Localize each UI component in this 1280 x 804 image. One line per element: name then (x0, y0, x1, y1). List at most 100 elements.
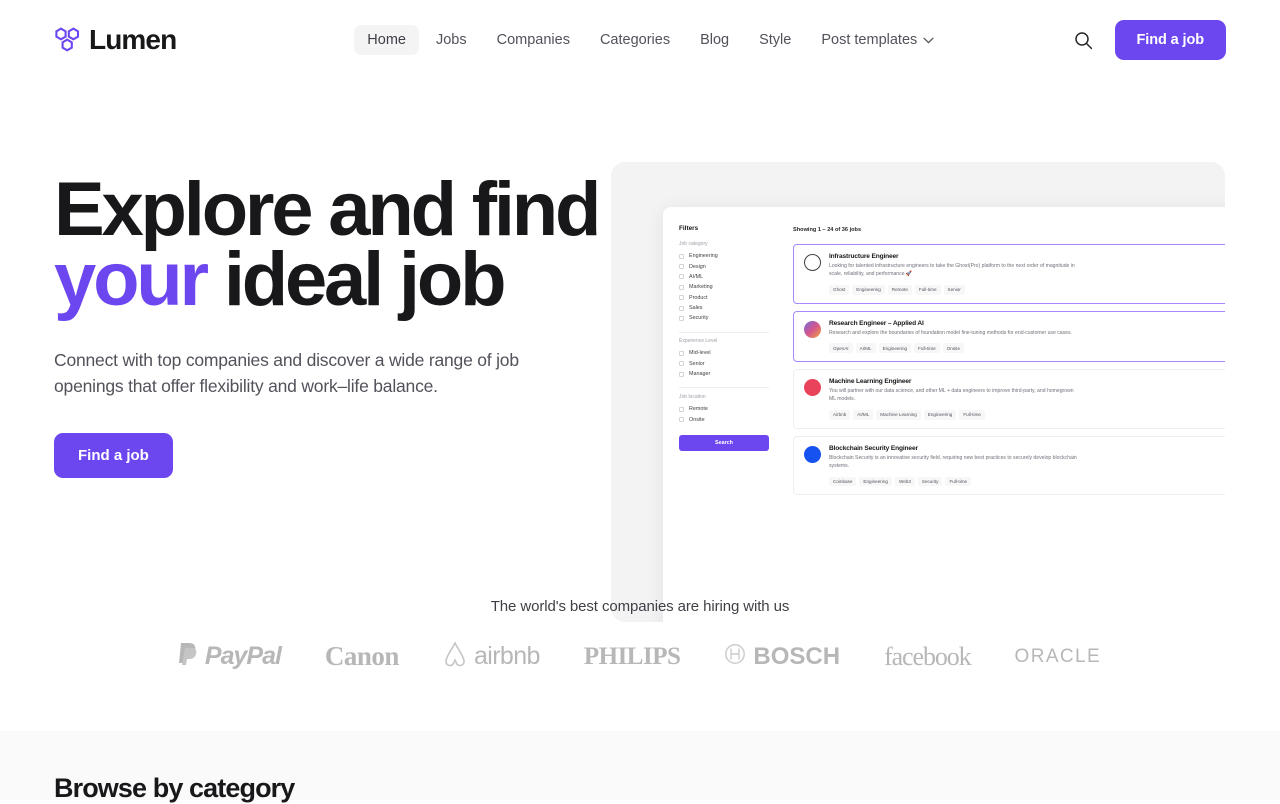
company-name: airbnb (473, 642, 541, 670)
mockup-search-button[interactable]: Search (679, 434, 769, 451)
checkbox-icon[interactable] (679, 361, 684, 367)
filter-option-label: Mid-level (689, 350, 711, 357)
filter-option[interactable]: Mid-level (679, 348, 769, 358)
checkbox-icon[interactable] (679, 264, 684, 270)
filter-option[interactable]: Sales (679, 303, 769, 313)
checkbox-icon[interactable] (679, 295, 684, 301)
filter-option[interactable]: Manager (679, 369, 769, 379)
hero-heading-rest: ideal job (205, 236, 507, 322)
company-name: facebook (884, 641, 972, 671)
job-title: Machine Learning Engineer (829, 378, 912, 386)
checkbox-icon[interactable] (679, 371, 684, 377)
airbnb-icon (443, 641, 467, 672)
company-name: BOSCH (753, 642, 841, 670)
company-logo-oracle: ORACLE (1015, 646, 1102, 668)
job-tag: Ghost (829, 284, 850, 295)
site-header: Lumen Home Jobs Companies Categories Blo… (0, 0, 1280, 80)
nav-item-categories[interactable]: Categories (587, 25, 683, 55)
company-logo-airbnb-icon (804, 379, 821, 397)
filter-option[interactable]: Senior (679, 359, 769, 369)
job-card[interactable]: Machine Learning Engineer Jan 26, 2024 Y… (793, 369, 1225, 429)
nav-item-blog[interactable]: Blog (687, 25, 742, 55)
filter-option-label: AI/ML (689, 273, 704, 280)
company-logo-philips: PHILIPS (584, 643, 681, 671)
filter-option-label: Security (689, 315, 709, 322)
filter-option-label: Product (689, 294, 708, 301)
filter-option-label: Sales (689, 305, 703, 312)
filter-option[interactable]: Remote (679, 404, 769, 414)
nav-label: Companies (496, 32, 570, 48)
filter-group-experience-level: Experience Level Mid-level Senior Manage… (679, 338, 769, 379)
brand-logo[interactable]: Lumen (54, 24, 177, 56)
job-tag: Machine Learning (876, 410, 921, 420)
chevron-down-icon (923, 37, 934, 44)
hero-subtitle: Connect with top companies and discover … (54, 349, 519, 397)
job-description: Research and explore the boundaries of f… (829, 329, 1072, 336)
job-tags: Airbnb AI/ML Machine Learning Engineerin… (829, 410, 1225, 420)
trusted-companies-section: The world's best companies are hiring wi… (0, 598, 1280, 672)
filter-option-label: Manager (689, 371, 711, 378)
filter-option[interactable]: Security (679, 313, 769, 323)
filter-option-label: Remote (689, 406, 708, 413)
nav-item-jobs[interactable]: Jobs (423, 25, 480, 55)
hero-section: Explore and find your ideal job Connect … (0, 80, 1280, 622)
divider (679, 387, 769, 388)
job-tag: Engineering (923, 410, 957, 420)
filter-option[interactable]: Onsite (679, 414, 769, 424)
filter-option-label: Marketing (689, 284, 713, 291)
job-tag: Security (917, 476, 943, 487)
nav-item-post-templates[interactable]: Post templates (808, 25, 947, 55)
company-logo-openai-icon (804, 320, 821, 338)
job-tag: AI/ML (855, 343, 876, 354)
job-card[interactable]: Research Engineer – Applied AI Jan 26, 2… (793, 310, 1225, 363)
job-description: You will partner with our data science, … (829, 388, 1074, 403)
job-tag: Onsite (942, 343, 965, 354)
company-name: PHILIPS (583, 642, 681, 670)
job-tag: Engineering (852, 284, 885, 295)
filter-option[interactable]: Product (679, 293, 769, 303)
job-tag: Full-time (914, 343, 940, 354)
company-name: PayPal (204, 642, 282, 670)
trusted-companies-title: The world's best companies are hiring wi… (490, 598, 790, 615)
nav-item-companies[interactable]: Companies (484, 25, 583, 55)
job-tag: Remote (887, 284, 912, 295)
job-title: Blockchain Security Engineer (829, 444, 918, 452)
job-card[interactable]: Blockchain Security Engineer Jan 25, 202… (793, 435, 1225, 496)
job-tag: AI/ML (853, 410, 874, 420)
divider (679, 331, 769, 333)
job-tag: Full-time (914, 284, 941, 295)
filter-option[interactable]: Design (679, 261, 769, 271)
nav-item-style[interactable]: Style (746, 25, 804, 55)
header-find-a-job-button[interactable]: Find a job (1114, 20, 1226, 60)
company-logo-ghost-icon (804, 254, 821, 271)
mockup-job-list: Showing 1 – 24 of 36 jobs Infrastructure… (783, 221, 1225, 622)
job-title: Infrastructure Engineer (829, 253, 899, 260)
checkbox-icon[interactable] (679, 253, 684, 259)
results-count: Showing 1 – 24 of 36 jobs (793, 227, 862, 233)
job-tags: OpenAI AI/ML Engineering Full-time Onsit… (829, 343, 1225, 354)
job-board-mockup: Filters Job category Engineering Design … (663, 207, 1225, 622)
checkbox-icon[interactable] (679, 406, 684, 412)
checkbox-icon[interactable] (679, 350, 684, 356)
hero-find-a-job-button[interactable]: Find a job (54, 433, 173, 479)
checkbox-icon[interactable] (679, 274, 684, 280)
nav-label: Post templates (821, 32, 918, 48)
browse-section-title: Browse by category (54, 773, 295, 803)
nav-item-home[interactable]: Home (354, 25, 419, 55)
checkbox-icon[interactable] (679, 305, 684, 311)
search-icon[interactable] (1073, 29, 1095, 51)
checkbox-icon[interactable] (679, 417, 684, 422)
nav-label: Style (759, 32, 792, 48)
checkbox-icon[interactable] (679, 315, 684, 321)
filter-option[interactable]: AI/ML (679, 272, 769, 282)
job-tag: Engineering (878, 343, 912, 354)
filter-option[interactable]: Engineering (679, 251, 769, 261)
filter-option-label: Design (689, 263, 706, 270)
mockup-filters-sidebar: Filters Job category Engineering Design … (663, 221, 783, 622)
filter-option[interactable]: Marketing (679, 282, 769, 292)
company-logo-canon: Canon (325, 641, 400, 672)
hero-copy: Explore and find your ideal job Connect … (54, 80, 614, 479)
job-card[interactable]: Infrastructure Engineer Jan 26, 2024 Loo… (793, 244, 1225, 304)
job-tags: Coinbase Engineering Web3 Security Full-… (829, 476, 1225, 487)
checkbox-icon[interactable] (679, 284, 684, 290)
